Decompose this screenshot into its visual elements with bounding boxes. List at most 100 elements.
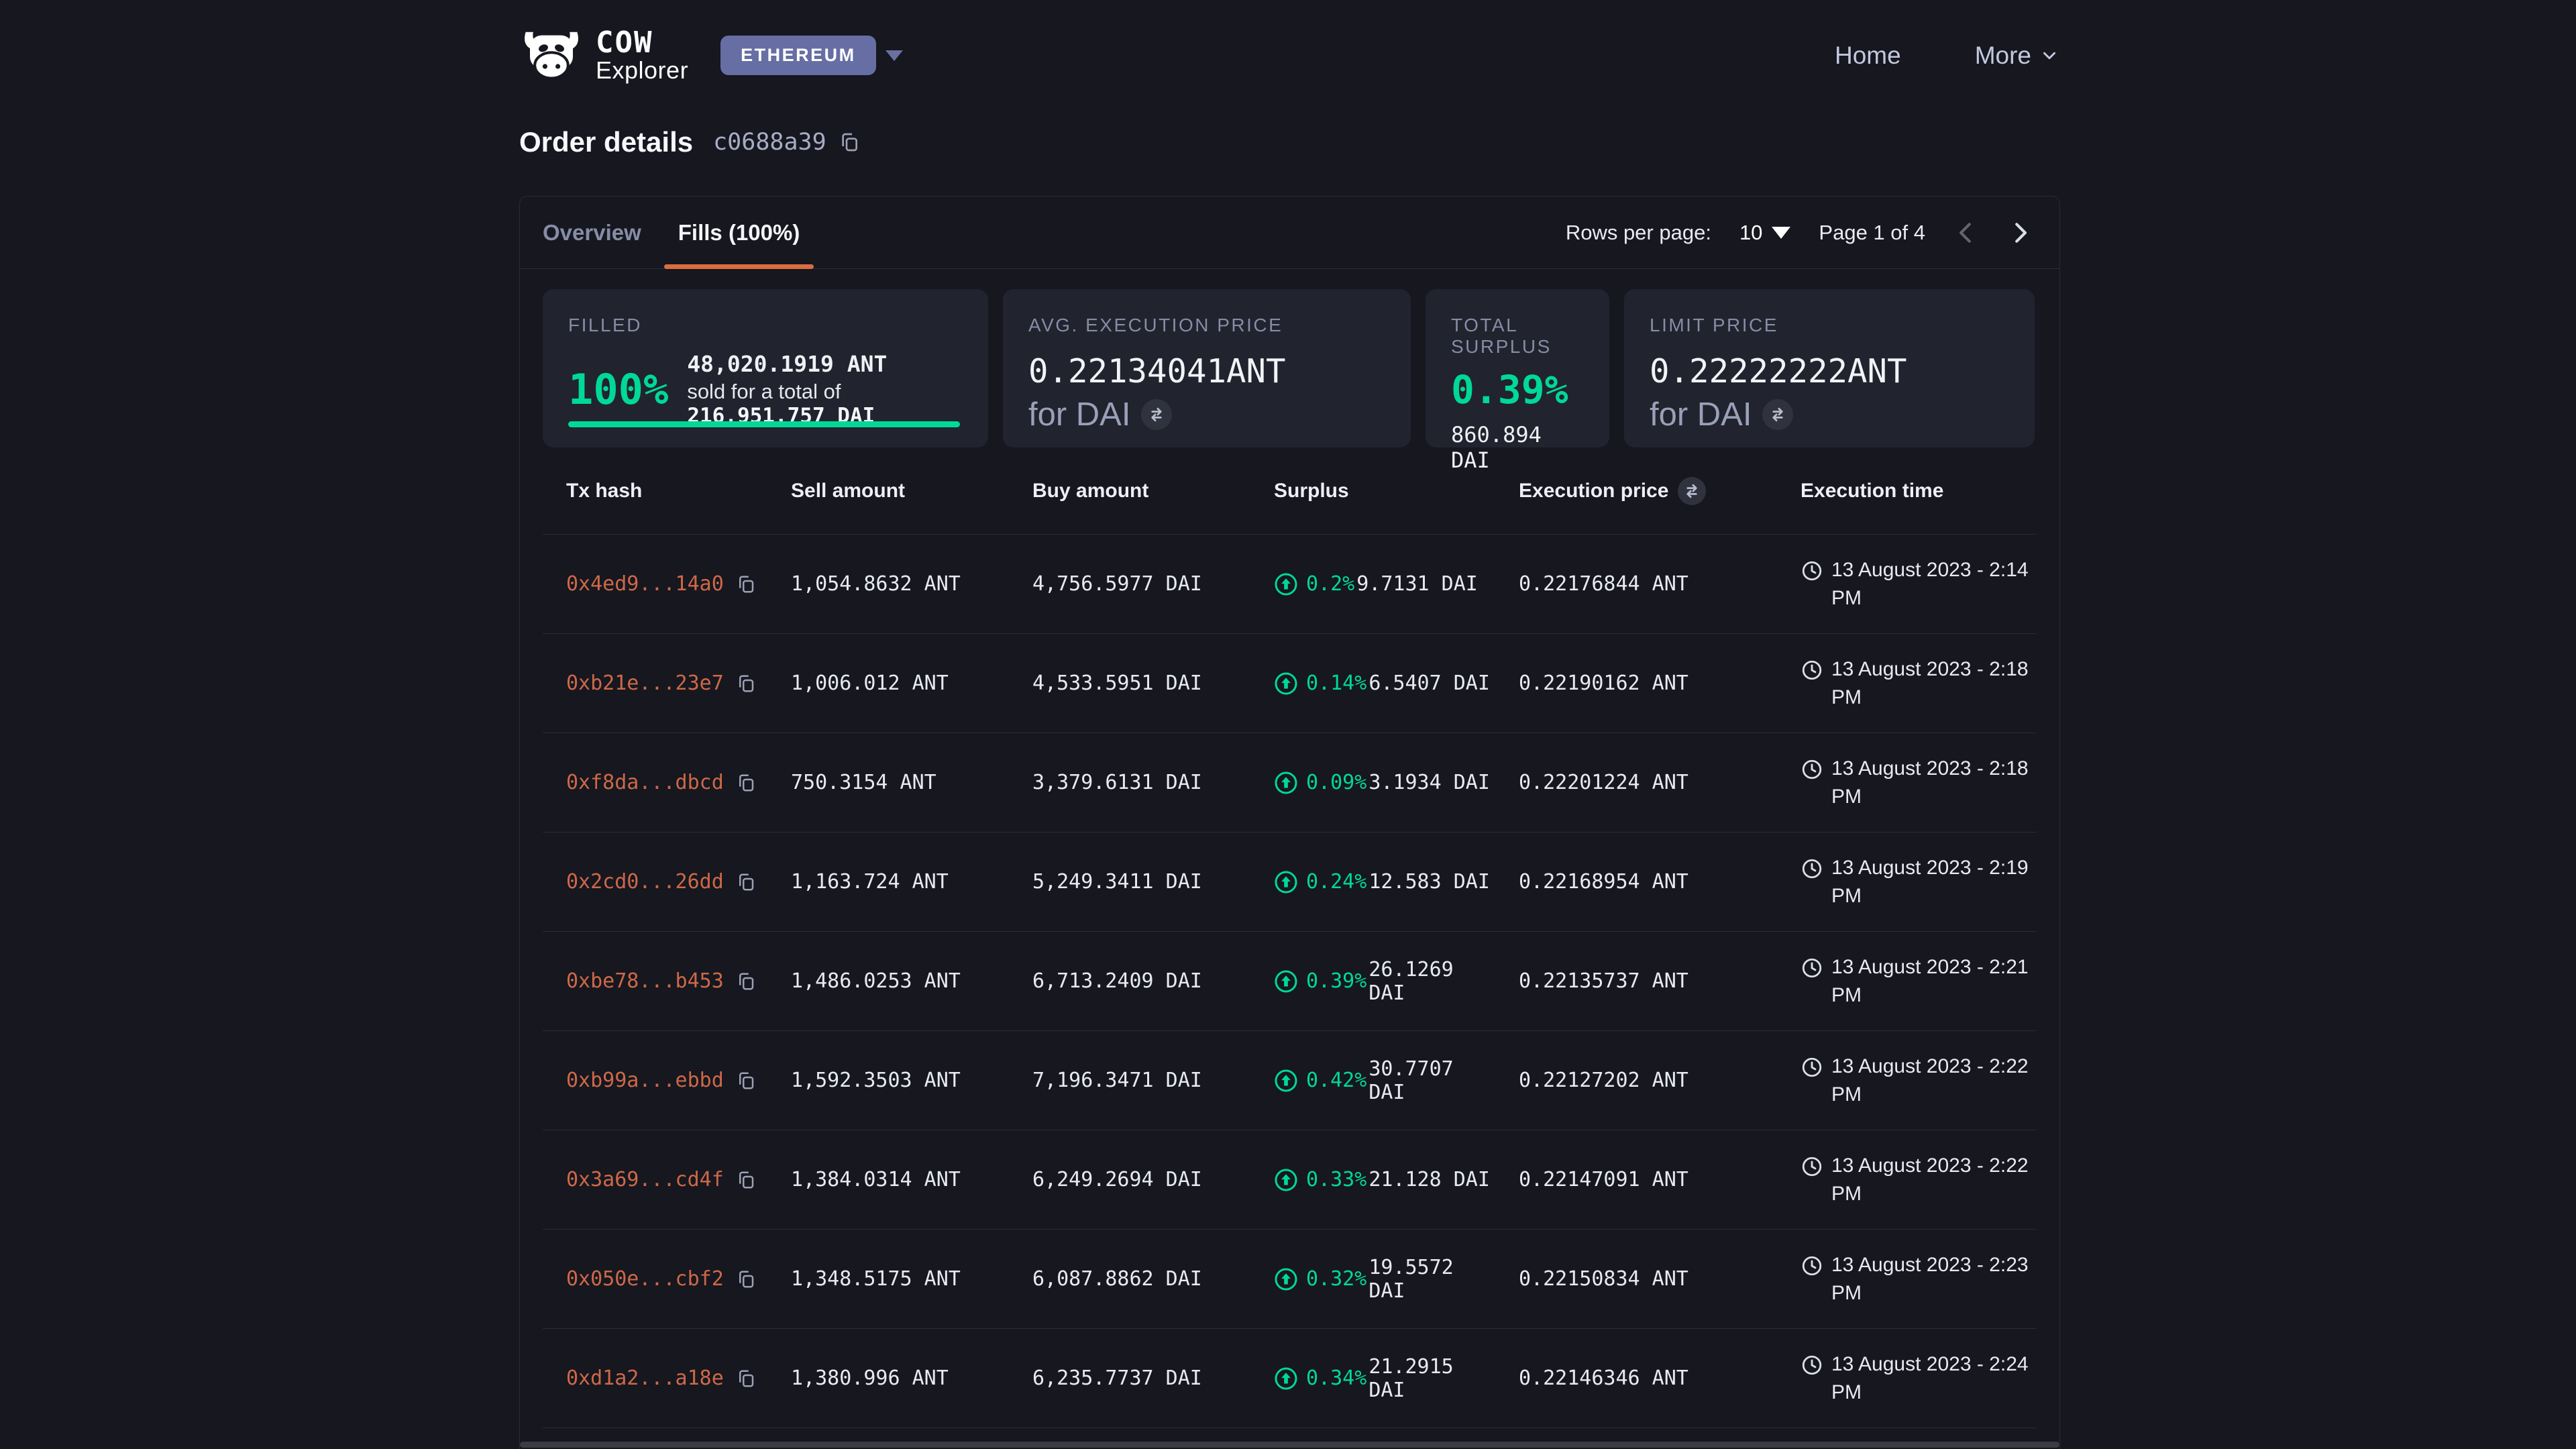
tx-hash-cell: 0x4ed9...14a0 [543,572,767,596]
nav-item-more[interactable]: More [1975,42,2059,70]
network-selector[interactable]: ETHEREUM [720,36,903,75]
sell-amount-value: 1,348.5175 ANT [767,1267,1009,1291]
copy-tx-hash-icon[interactable] [736,971,756,991]
tx-hash-link[interactable]: 0xb21e...23e7 [566,672,724,695]
surplus-up-arrow-icon [1274,672,1298,696]
surplus-amount: 21.2915 DAI [1368,1355,1495,1402]
pagination-controls: Rows per page: 10 Page 1 of 4 [1566,220,2033,246]
buy-amount-value: 7,196.3471 DAI [1009,1069,1250,1092]
surplus-up-arrow-icon [1274,969,1298,994]
table-row: 0x050e...cbf2 1,348.5175 ANT 6,087.8862 … [543,1230,2037,1329]
execution-price-value: 0.22127202 ANT [1495,1069,1777,1092]
copy-tx-hash-icon[interactable] [736,872,756,892]
table-row: 0x3a69...cd4f 1,384.0314 ANT 6,249.2694 … [543,1130,2037,1230]
title-row: Order details c0688a39 [519,126,860,158]
sell-amount-value: 1,006.012 ANT [767,672,1009,695]
invert-execution-price-button[interactable] [1678,477,1706,505]
tx-hash-link[interactable]: 0xbe78...b453 [566,969,724,993]
execution-price-value: 0.22146346 ANT [1495,1366,1777,1390]
invert-limit-price-button[interactable] [1762,399,1793,430]
avg-execution-price-value: 0.22134041ANT [1028,352,1385,390]
surplus-cell: 0.34% 21.2915 DAI [1250,1355,1495,1402]
copy-tx-hash-icon[interactable] [736,1368,756,1389]
col-header-buy-amount: Buy amount [1009,480,1250,502]
execution-time-value: 13 August 2023 - 2:22 PM [1831,1152,2036,1208]
col-header-tx-hash: Tx hash [543,480,767,502]
rows-per-page-select[interactable]: 10 [1739,221,1790,245]
surplus-percent: 0.14% [1306,672,1366,695]
copy-tx-hash-icon[interactable] [736,1269,756,1289]
execution-price-value: 0.22190162 ANT [1495,672,1777,695]
table-row: 0xd1a2...a18e 1,380.996 ANT 6,235.7737 D… [543,1329,2037,1428]
table-row: 0xb21e...23e7 1,006.012 ANT 4,533.5951 D… [543,634,2037,733]
swap-arrows-icon [1682,481,1702,501]
execution-time-value: 13 August 2023 - 2:21 PM [1831,953,2036,1010]
clock-icon [1801,1354,1823,1377]
invert-price-button[interactable] [1141,399,1172,430]
execution-price-value: 0.22201224 ANT [1495,771,1777,794]
clock-icon [1801,1155,1823,1178]
execution-time-value: 13 August 2023 - 2:24 PM [1831,1350,2036,1407]
sell-amount-value: 1,054.8632 ANT [767,572,1009,596]
execution-time-cell: 13 August 2023 - 2:18 PM [1777,755,2037,811]
tx-hash-cell: 0xb99a...ebbd [543,1069,767,1092]
order-panel: Overview Fills (100%) Rows per page: 10 … [519,196,2060,1449]
tx-hash-cell: 0xf8da...dbcd [543,771,767,794]
sell-amount-value: 1,592.3503 ANT [767,1069,1009,1092]
execution-price-value: 0.22168954 ANT [1495,870,1777,894]
network-caret-down-icon [885,50,903,61]
cow-head-icon [519,30,584,81]
copy-tx-hash-icon[interactable] [736,1170,756,1190]
tx-hash-link[interactable]: 0x4ed9...14a0 [566,572,724,596]
execution-time-value: 13 August 2023 - 2:22 PM [1831,1053,2036,1109]
surplus-up-arrow-icon [1274,1069,1298,1093]
execution-time-value: 13 August 2023 - 2:18 PM [1831,655,2036,712]
copy-tx-hash-icon[interactable] [736,1071,756,1091]
surplus-amount: 19.5572 DAI [1368,1256,1495,1303]
execution-time-cell: 13 August 2023 - 2:22 PM [1777,1152,2037,1208]
buy-amount-value: 5,249.3411 DAI [1009,870,1250,894]
prev-page-button[interactable] [1953,220,1979,246]
copy-tx-hash-icon[interactable] [736,574,756,594]
chevron-left-icon [1953,220,1979,246]
copy-tx-hash-icon[interactable] [736,773,756,793]
nav-item-home[interactable]: Home [1835,42,1901,70]
tx-hash-link[interactable]: 0x050e...cbf2 [566,1267,724,1291]
surplus-percent: 0.2% [1306,572,1354,596]
execution-time-value: 13 August 2023 - 2:14 PM [1831,556,2036,612]
execution-time-cell: 13 August 2023 - 2:19 PM [1777,854,2037,910]
clock-icon [1801,659,1823,682]
tab-overview[interactable]: Overview [529,197,655,268]
copy-order-id-icon[interactable] [839,131,860,153]
col-header-sell-amount: Sell amount [767,480,1009,502]
cow-explorer-logo[interactable]: COW Explorer [519,28,688,83]
execution-time-cell: 13 August 2023 - 2:24 PM [1777,1350,2037,1407]
tx-hash-link[interactable]: 0xd1a2...a18e [566,1366,724,1390]
tx-hash-cell: 0xd1a2...a18e [543,1366,767,1390]
tx-hash-link[interactable]: 0xb99a...ebbd [566,1069,724,1092]
tx-hash-link[interactable]: 0xf8da...dbcd [566,771,724,794]
tx-hash-link[interactable]: 0x2cd0...26dd [566,870,724,894]
surplus-amount: 12.583 DAI [1368,870,1490,894]
horizontal-scrollbar[interactable] [520,1442,2059,1448]
table-row: 0xbe78...b453 1,486.0253 ANT 6,713.2409 … [543,932,2037,1031]
surplus-amount: 9.7131 DAI [1356,572,1478,596]
surplus-percent: 0.24% [1306,870,1366,894]
copy-tx-hash-icon[interactable] [736,674,756,694]
tx-hash-link[interactable]: 0x3a69...cd4f [566,1168,724,1191]
clock-icon [1801,1254,1823,1277]
network-badge[interactable]: ETHEREUM [720,36,876,75]
execution-time-cell: 13 August 2023 - 2:22 PM [1777,1053,2037,1109]
page-title: Order details [519,126,693,158]
filled-label: FILLED [568,315,963,336]
surplus-amount: 6.5407 DAI [1368,672,1490,695]
avg-execution-price-label: AVG. EXECUTION PRICE [1028,315,1385,336]
execution-time-value: 13 August 2023 - 2:23 PM [1831,1251,2036,1307]
fill-progress-bar [568,421,960,427]
tab-fills[interactable]: Fills (100%) [664,197,814,268]
tabs-bar: Overview Fills (100%) Rows per page: 10 … [520,197,2059,269]
tx-hash-cell: 0x050e...cbf2 [543,1267,767,1291]
surplus-percent: 0.34% [1306,1366,1366,1390]
next-page-button[interactable] [2007,220,2033,246]
surplus-up-arrow-icon [1274,1168,1298,1192]
